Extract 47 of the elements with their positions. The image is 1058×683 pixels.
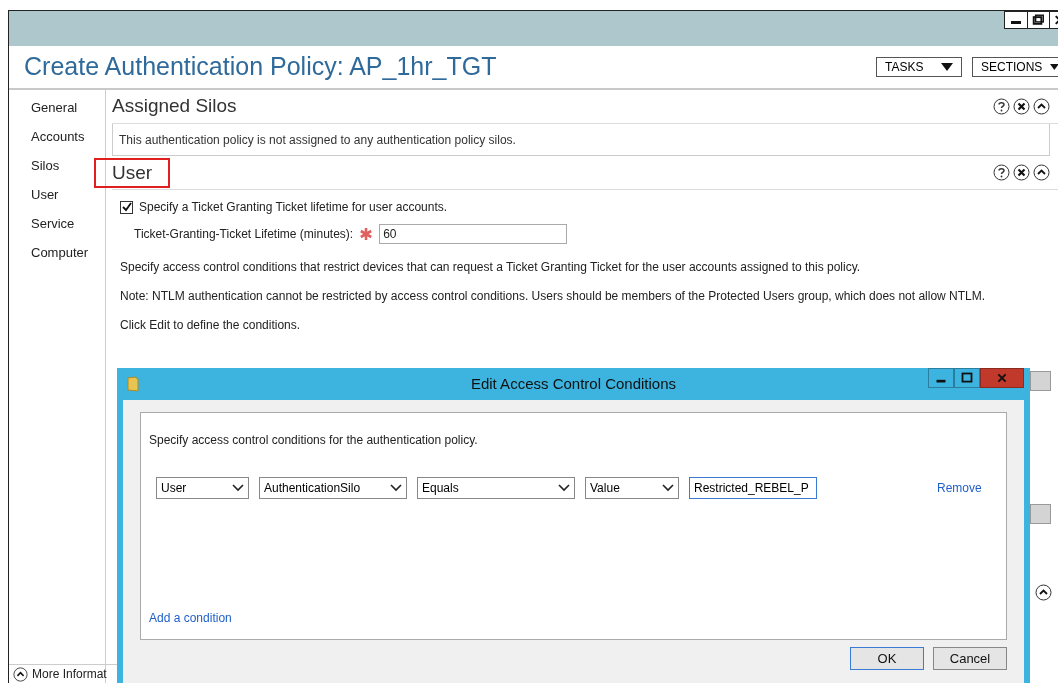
- collapse-icon[interactable]: [1033, 98, 1050, 115]
- description-text: Click Edit to define the conditions.: [120, 317, 302, 331]
- checkbox[interactable]: [120, 200, 133, 214]
- collapse-icon[interactable]: [1035, 584, 1052, 601]
- description-text: Specify access control conditions that restrict devices that can request a Ticket Granting Ticket for the user accounts assigned to this policy.: [120, 259, 862, 273]
- help-icon[interactable]: [993, 98, 1010, 115]
- section-text: This authentication policy is not assigned to any authentication policy silos.: [119, 131, 516, 149]
- lifetime-input[interactable]: 60: [379, 224, 568, 244]
- window-title: Create Authentication Policy: AP_1hr_TGT: [24, 51, 497, 83]
- sidebar-item[interactable]: Accounts: [31, 127, 105, 146]
- sidebar-item[interactable]: Service: [31, 214, 105, 233]
- help-icon[interactable]: [993, 164, 1010, 181]
- condition-dropdown[interactable]: AuthenticationSilo: [259, 477, 407, 499]
- close-icon[interactable]: [1013, 164, 1030, 181]
- field-label: Ticket-Granting-Ticket Lifetime (minutes):: [134, 226, 354, 243]
- ok-button[interactable]: OK: [850, 647, 924, 670]
- cancel-button[interactable]: Cancel: [933, 647, 1007, 670]
- dialog-intro-text: Specify access control conditions for the authentication policy.: [149, 432, 479, 449]
- caret-icon: [941, 63, 953, 71]
- more-information-label: More Informat: [32, 666, 107, 683]
- caret-icon: [662, 484, 674, 492]
- condition-dropdown[interactable]: Value: [585, 477, 679, 499]
- tasks-button[interactable]: TASKS: [876, 57, 962, 77]
- maximize-icon[interactable]: [954, 368, 980, 388]
- minimize-icon[interactable]: [928, 368, 954, 388]
- sidebar-item[interactable]: Computer: [31, 243, 105, 262]
- caret-icon: [390, 484, 402, 492]
- required-icon: [359, 227, 374, 241]
- collapse-icon[interactable]: [1033, 164, 1050, 181]
- sections-button[interactable]: SECTIONS: [972, 57, 1058, 77]
- value-input[interactable]: Restricted_REBEL_P: [689, 477, 817, 499]
- add-condition-link[interactable]: Add a condition: [149, 609, 232, 627]
- folder-icon: [127, 376, 139, 392]
- description-text: Note: NTLM authentication cannot be restricted by access control conditions. Users should be members of the Protected Users group, which does not allow NTLM.: [120, 288, 987, 302]
- checkbox-label: Specify a Ticket Granting Ticket lifetime for user accounts.: [139, 199, 448, 216]
- condition-dropdown[interactable]: User: [156, 477, 249, 499]
- condition-dropdown[interactable]: Equals: [417, 477, 575, 499]
- sidebar-item[interactable]: General: [31, 98, 105, 117]
- remove-link[interactable]: Remove: [937, 479, 982, 497]
- sidebar-item[interactable]: User: [31, 185, 105, 204]
- caret-icon: [1050, 63, 1058, 71]
- caret-icon: [558, 484, 570, 492]
- close-icon[interactable]: [1013, 98, 1030, 115]
- section-heading: User: [94, 157, 171, 188]
- caret-icon: [232, 484, 244, 492]
- dialog-title: Edit Access Control Conditions: [469, 373, 678, 394]
- section-heading: Assigned Silos: [112, 94, 237, 119]
